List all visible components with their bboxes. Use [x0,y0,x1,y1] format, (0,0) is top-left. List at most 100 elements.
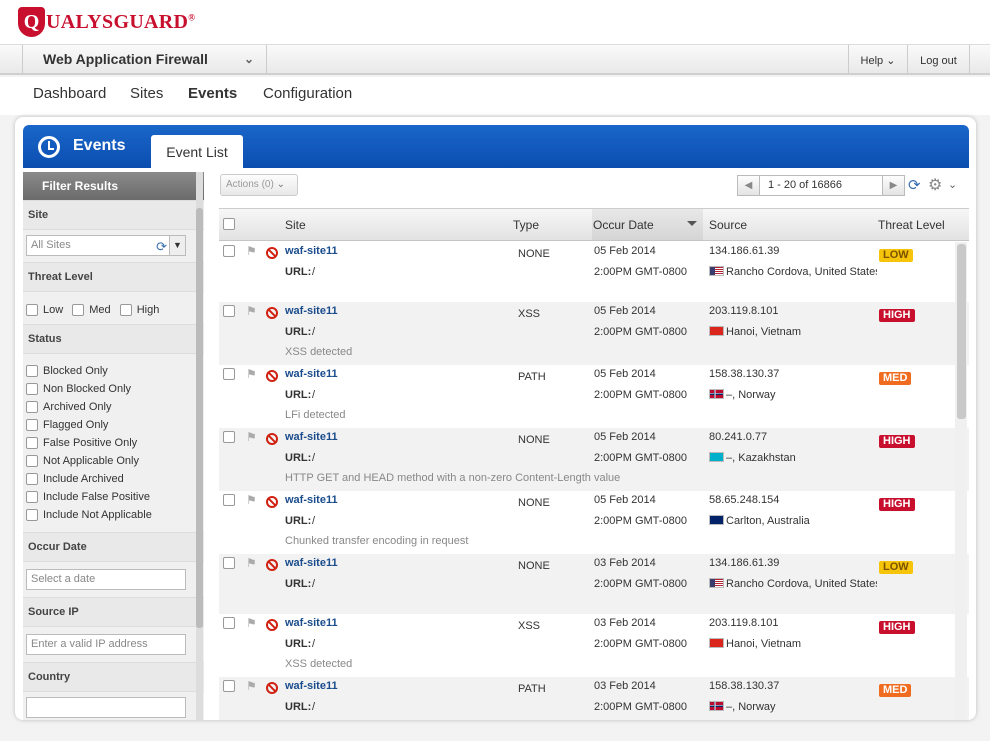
status-option[interactable]: Include Not Applicable [23,506,204,524]
url-value: / [312,389,316,401]
status-option[interactable]: Not Applicable Only [23,452,204,470]
site-link[interactable]: waf-site11 [285,617,338,629]
flag-icon[interactable]: ⚑ [246,367,257,381]
table-row[interactable]: ⚑ waf-site11 URL: / NONE 03 Feb 2014 2:00PM GM… [219,554,969,614]
qualysguard-logo[interactable]: Q UALYSGUARD® [18,7,195,37]
col-occur-date[interactable]: Occur Date [593,218,654,232]
tab-event-list[interactable]: Event List [151,135,243,168]
site-select[interactable]: All Sites ⟳ ▼ [26,235,186,256]
table-row[interactable]: ⚑ waf-site11 URL: / XSS detected XSS 05 Feb 20… [219,302,969,365]
logout-button[interactable]: Log out [907,45,970,74]
site-link[interactable]: waf-site11 [285,680,338,692]
checkbox[interactable] [72,304,85,317]
checkbox[interactable] [26,383,38,396]
scrollbar-thumb[interactable] [196,208,203,628]
col-source[interactable]: Source [709,218,747,232]
actions-dropdown[interactable]: Actions (0) ⌄ [220,174,298,196]
checkbox[interactable] [119,304,132,317]
status-option[interactable]: Include Archived [23,470,204,488]
site-link[interactable]: waf-site11 [285,245,338,257]
col-site[interactable]: Site [285,218,306,232]
threat-badge: MED [879,684,912,697]
status-option[interactable]: Non Blocked Only [23,380,204,398]
row-checkbox[interactable] [223,680,235,692]
site-link[interactable]: waf-site11 [285,494,338,506]
table-row[interactable]: ⚑ waf-site11 URL: / XSS detected XSS 03 Feb 20… [219,614,969,677]
checkbox[interactable] [26,419,38,432]
filter-occur-date-label[interactable]: Occur Date [23,532,204,562]
url-label: URL: [285,515,312,527]
filter-threat-label[interactable]: Threat Level [23,262,204,292]
flag-icon[interactable]: ⚑ [246,616,257,630]
table-row[interactable]: ⚑ waf-site11 URL: / Chunked transfer encodin… [219,491,969,554]
flag-icon[interactable]: ⚑ [246,244,257,258]
site-link[interactable]: waf-site11 [285,431,338,443]
table-scrollbar[interactable] [955,242,967,720]
col-threat-level[interactable]: Threat Level [878,218,945,232]
filter-country-label[interactable]: Country [23,662,204,692]
prev-page-icon[interactable]: ◀ [738,176,760,195]
nav-sites[interactable]: Sites [130,85,163,102]
checkbox[interactable] [26,437,38,450]
row-checkbox[interactable] [223,245,235,257]
source-location: Rancho Cordova, United States [709,266,877,278]
help-menu-button[interactable]: Help ⌄ [848,45,907,74]
threat-low-option[interactable]: Low [26,298,63,322]
checkbox[interactable] [26,304,38,317]
table-row[interactable]: ⚑ waf-site11 URL: / HTTP GET and HEAD method… [219,428,969,491]
col-type[interactable]: Type [513,218,539,232]
scrollbar-thumb[interactable] [957,244,966,419]
status-option[interactable]: False Positive Only [23,434,204,452]
gear-icon[interactable]: ⚙ [928,175,942,195]
checkbox[interactable] [26,473,38,486]
status-option[interactable]: Flagged Only [23,416,204,434]
flag-icon[interactable]: ⚑ [246,556,257,570]
row-checkbox[interactable] [223,494,235,506]
occur-date-input[interactable]: Select a date [26,569,186,590]
table-row[interactable]: ⚑ waf-site11 URL: / NONE 05 Feb 2014 2:00PM GM… [219,242,969,302]
site-link[interactable]: waf-site11 [285,305,338,317]
next-page-icon[interactable]: ▶ [882,176,904,195]
row-checkbox[interactable] [223,557,235,569]
threat-high-option[interactable]: High [119,298,159,322]
checkbox[interactable] [26,365,38,378]
flag-icon[interactable]: ⚑ [246,493,257,507]
nav-events[interactable]: Events [188,85,237,102]
checkbox[interactable] [26,455,38,468]
table-row[interactable]: ⚑ waf-site11 URL: / PATH 03 Feb 2014 2:00PM GM… [219,677,969,720]
country-select[interactable] [26,697,186,718]
sidebar-scrollbar[interactable] [196,172,203,720]
flag-icon[interactable]: ⚑ [246,430,257,444]
checkbox[interactable] [26,491,38,504]
status-option[interactable]: Blocked Only [23,362,204,380]
filter-status-label[interactable]: Status [23,324,204,354]
module-selector[interactable]: Web Application Firewall ⌄ [22,45,267,74]
row-checkbox[interactable] [223,305,235,317]
source-ip-input[interactable]: Enter a valid IP address [26,634,186,655]
row-checkbox[interactable] [223,431,235,443]
event-time: 2:00PM GMT-0800 [594,638,687,650]
site-link[interactable]: waf-site11 [285,368,338,380]
chevron-down-icon[interactable]: ⌄ [948,178,957,191]
event-description: Chunked transfer encoding in request [285,535,469,547]
flag-icon[interactable]: ⚑ [246,679,257,693]
status-option[interactable]: Include False Positive [23,488,204,506]
filter-site-label[interactable]: Site [23,200,204,230]
row-checkbox[interactable] [223,368,235,380]
nav-configuration[interactable]: Configuration [263,85,352,102]
checkbox[interactable] [26,401,38,414]
site-link[interactable]: waf-site11 [285,557,338,569]
refresh-icon[interactable]: ⟳ [156,237,167,256]
threat-med-option[interactable]: Med [72,298,111,322]
select-all-checkbox[interactable] [223,218,235,230]
status-option[interactable]: Archived Only [23,398,204,416]
flag-icon[interactable]: ⚑ [246,304,257,318]
filter-source-ip-label[interactable]: Source IP [23,597,204,627]
row-checkbox[interactable] [223,617,235,629]
table-row[interactable]: ⚑ waf-site11 URL: / LFi detected PATH 05 Feb 2… [219,365,969,428]
chevron-down-icon[interactable]: ▼ [169,236,185,255]
refresh-icon[interactable]: ⟳ [908,176,921,194]
source-ip: 134.186.61.39 [709,557,780,569]
nav-dashboard[interactable]: Dashboard [33,85,106,102]
checkbox[interactable] [26,509,38,522]
